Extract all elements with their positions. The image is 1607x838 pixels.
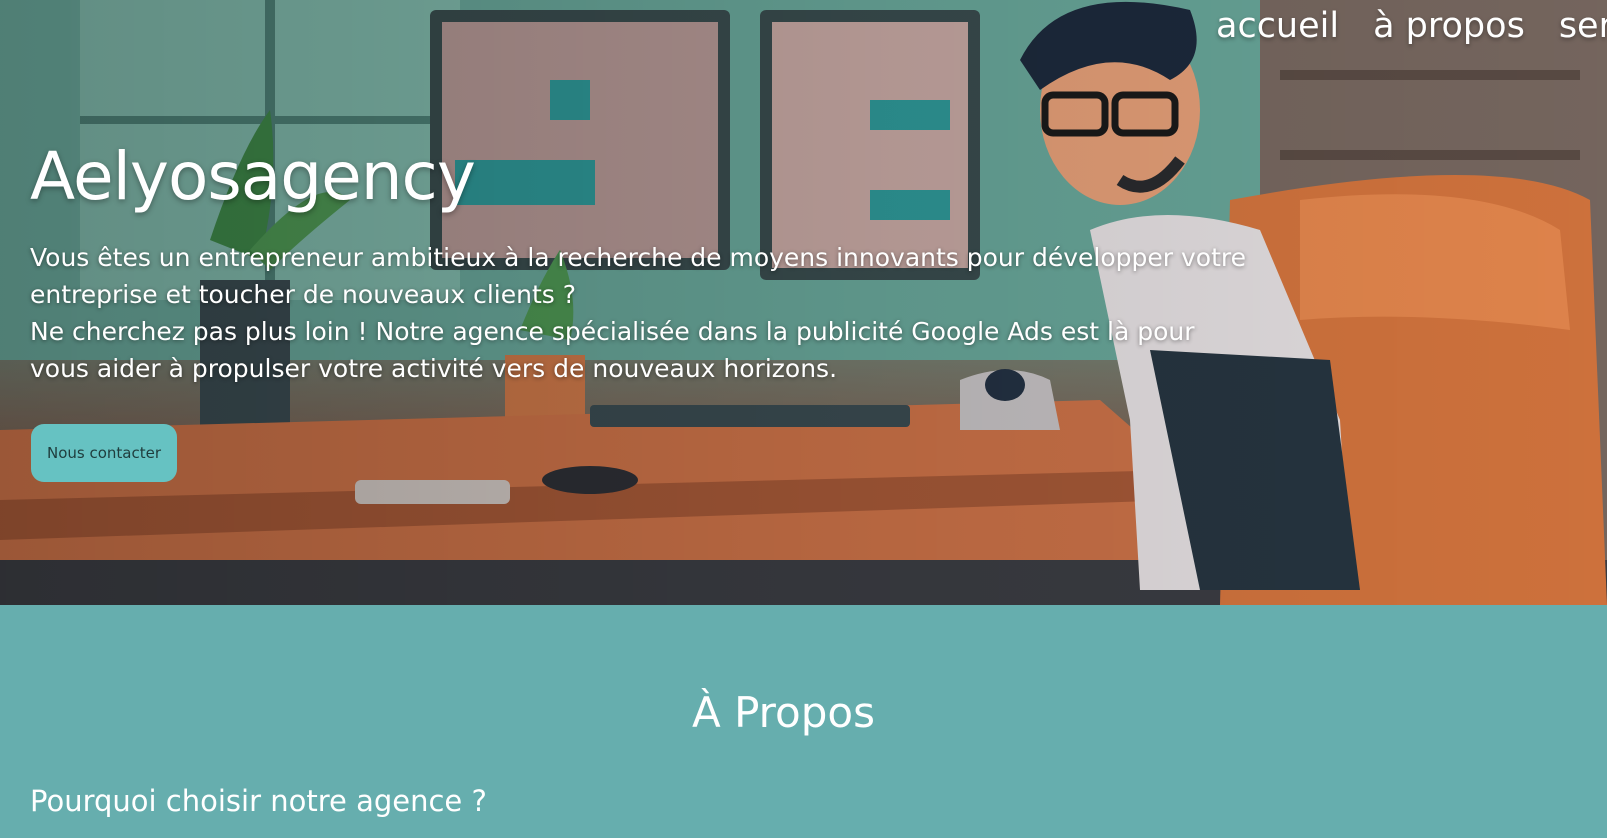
hero-title: Aelyosagency: [30, 138, 476, 215]
hero-description: Vous êtes un entrepreneur ambitieux à la…: [30, 239, 1260, 387]
nav-link-services[interactable]: ser: [1559, 6, 1607, 46]
about-title: À Propos: [692, 688, 875, 737]
contact-button[interactable]: Nous contacter: [31, 424, 177, 482]
hero-paragraph-2: Ne cherchez pas plus loin ! Notre agence…: [30, 317, 1195, 383]
hero-paragraph-1: Vous êtes un entrepreneur ambitieux à la…: [30, 243, 1247, 309]
nav-link-a-propos[interactable]: à propos: [1373, 6, 1525, 46]
top-navigation: accueil à propos ser: [1216, 6, 1607, 46]
nav-link-accueil[interactable]: accueil: [1216, 6, 1339, 46]
about-subtitle: Pourquoi choisir notre agence ?: [30, 784, 487, 818]
hero-section: accueil à propos ser Aelyosagency Vous ê…: [0, 0, 1607, 605]
